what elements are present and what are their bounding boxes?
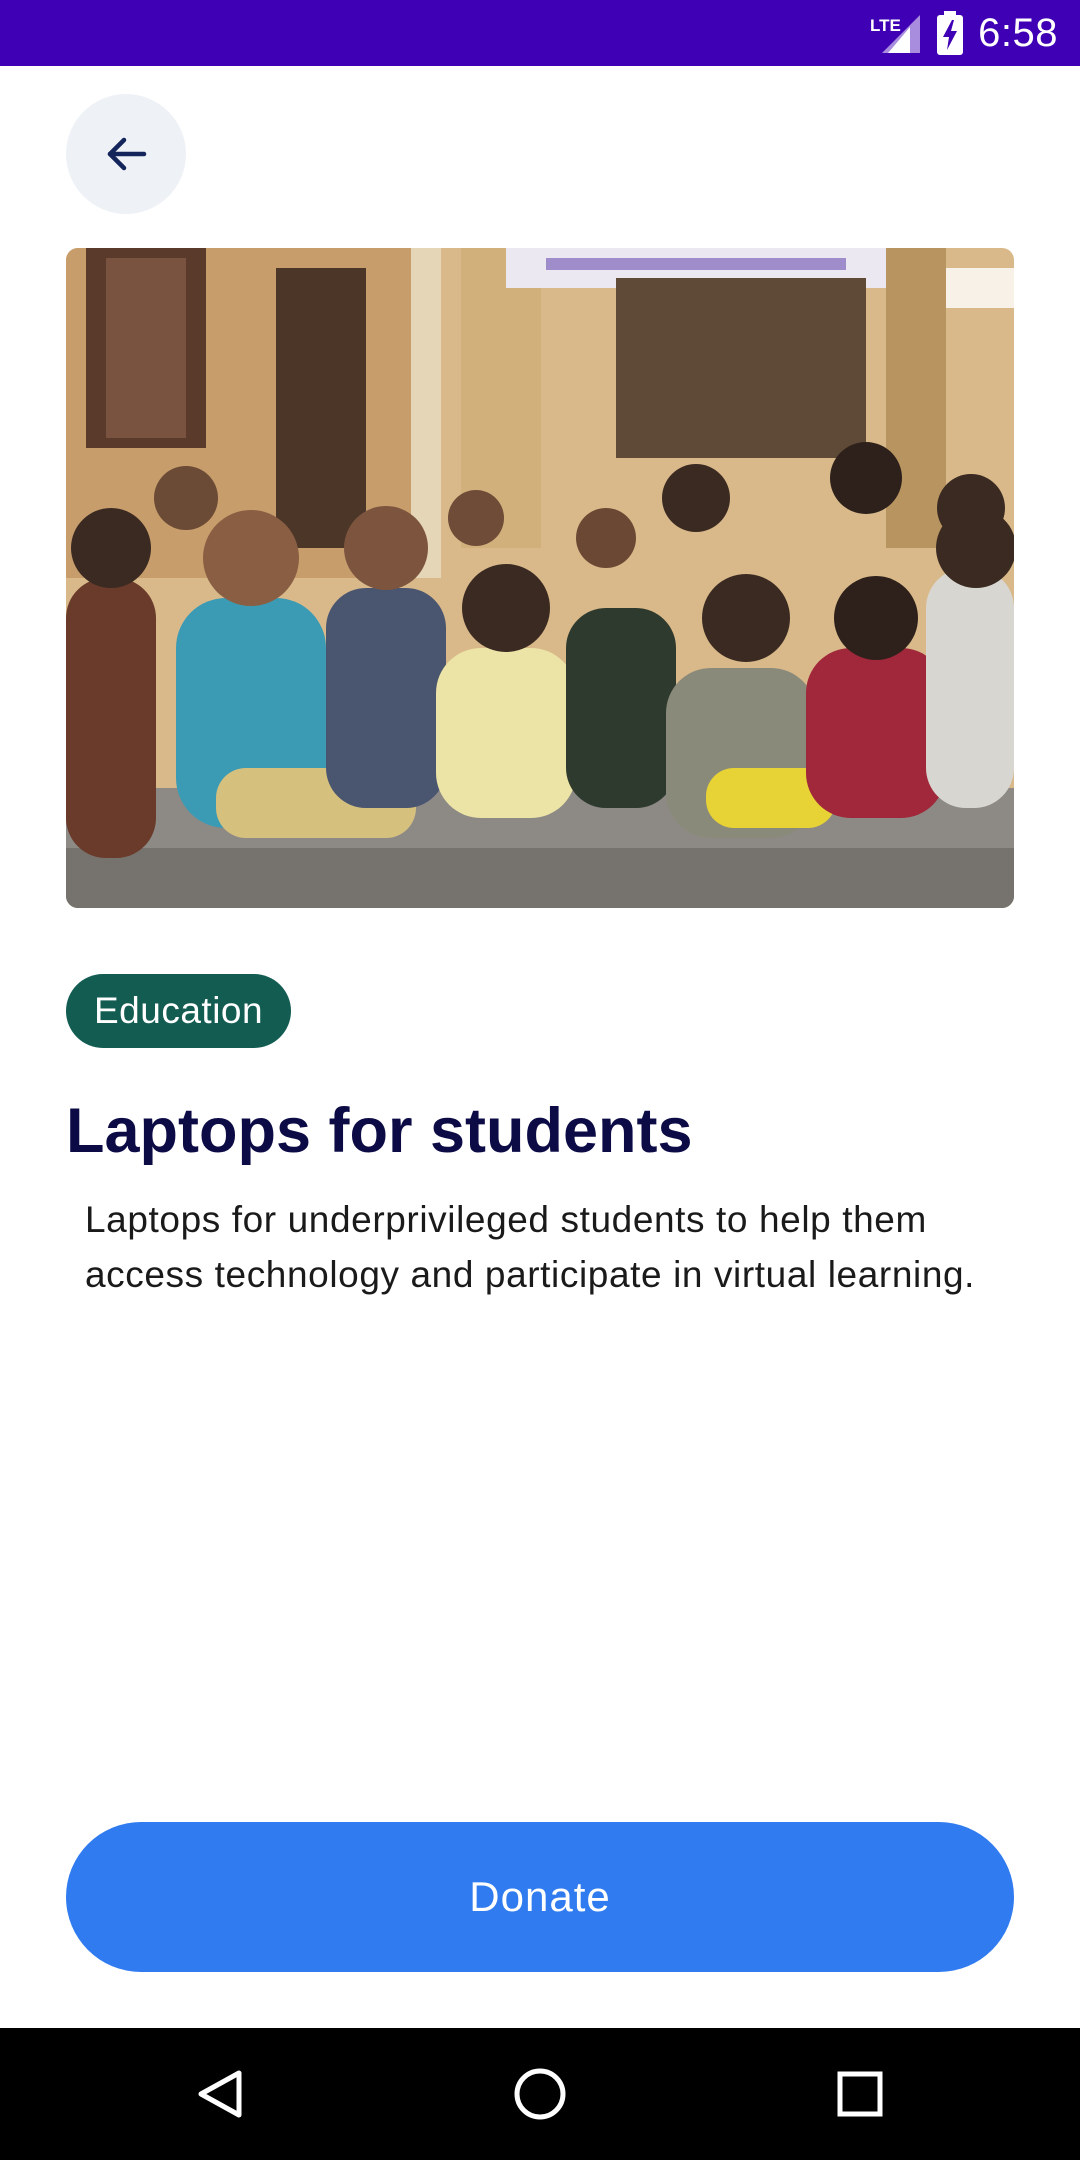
recents-square-icon <box>835 2069 885 2119</box>
network-type-label: LTE <box>870 16 901 35</box>
system-back-button[interactable] <box>150 2028 290 2160</box>
classroom-photo <box>66 248 1014 908</box>
category-tag: Education <box>66 974 292 1048</box>
back-button[interactable] <box>66 94 186 214</box>
battery-charging-icon <box>936 11 964 55</box>
status-bar: LTE 6:58 <box>0 0 1080 66</box>
system-home-button[interactable] <box>470 2028 610 2160</box>
hero-image <box>66 248 1014 908</box>
system-recents-button[interactable] <box>790 2028 930 2160</box>
status-icons: LTE 6:58 <box>870 0 1058 66</box>
home-circle-icon <box>512 2066 568 2122</box>
project-title: Laptops for students <box>66 1096 693 1166</box>
back-triangle-icon <box>193 2067 247 2121</box>
status-time: 6:58 <box>978 10 1058 55</box>
donate-button[interactable]: Donate <box>66 1822 1014 1972</box>
system-nav-bar <box>0 2028 1080 2160</box>
lte-signal-icon: LTE <box>870 11 922 55</box>
project-description: Laptops for underprivileged students to … <box>85 1199 976 1295</box>
arrow-left-icon <box>102 130 150 178</box>
